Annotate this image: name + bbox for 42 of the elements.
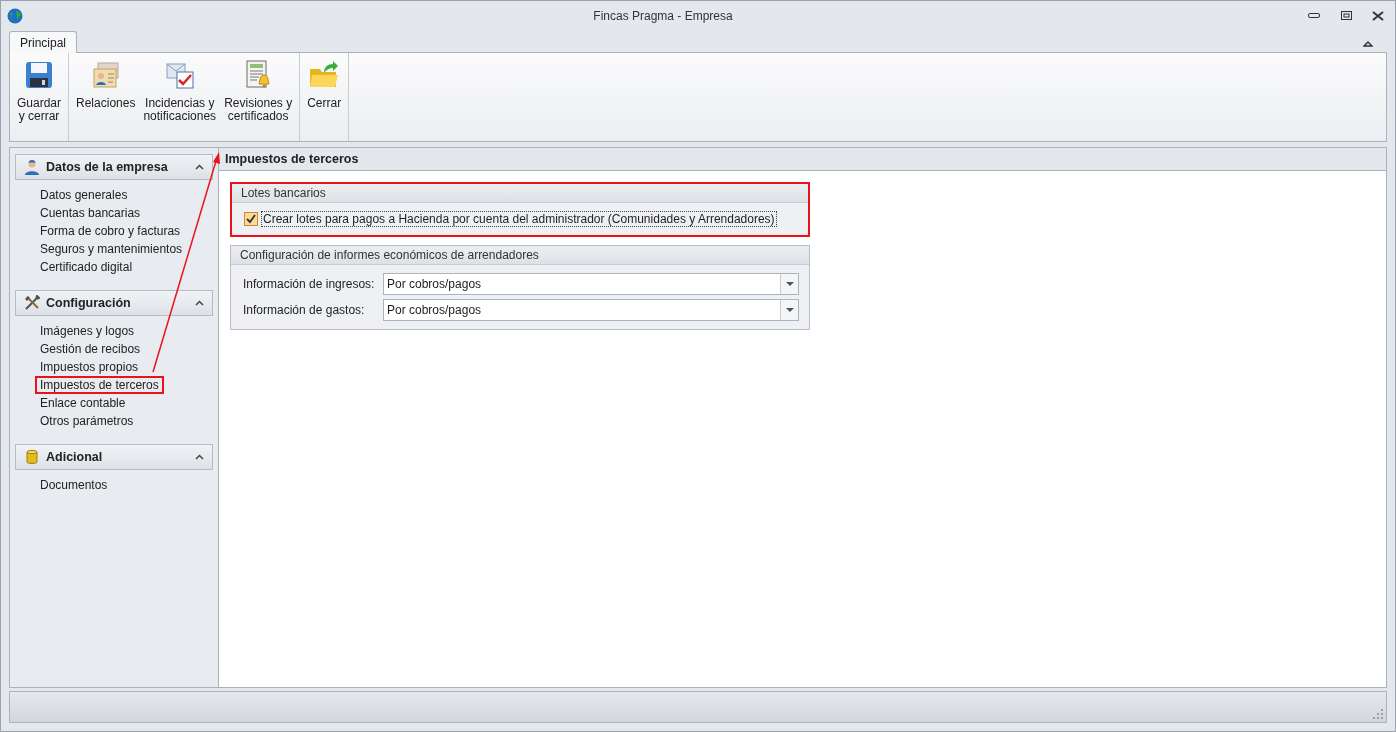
ribbon-button[interactable]: Revisiones y certificados <box>221 57 296 137</box>
sidebar-link[interactable]: Impuestos propios <box>35 358 144 376</box>
field-label: Información de gastos: <box>243 303 366 317</box>
sidebar-link[interactable]: Seguros y mantenimientos <box>35 240 188 258</box>
hammer-wrench-icon <box>24 295 40 311</box>
group-title: Configuración de informes económicos de arrendadores <box>231 246 809 265</box>
sidebar-link[interactable]: Certificado digital <box>35 258 138 276</box>
sidebar-section-header[interactable]: Datos de la empresa <box>15 154 213 180</box>
ribbon-button[interactable]: Guardar y cerrar <box>14 57 65 137</box>
window-title: Fincas Pragma - Empresa <box>592 8 734 23</box>
sidebar-link[interactable]: Enlace contable <box>35 394 131 412</box>
sidebar-link[interactable]: Otros parámetros <box>35 412 139 430</box>
group-title: Lotes bancarios <box>232 184 808 203</box>
sidebar-link[interactable]: Documentos <box>35 476 113 494</box>
checkbox-label[interactable]: Crear lotes para pagos a Hacienda por cuenta del administrador (Comunidades y Arrendadores) <box>261 211 777 227</box>
checkbox[interactable] <box>244 212 258 226</box>
ribbon-button[interactable]: Relaciones <box>73 57 139 137</box>
dropdown-field[interactable]: Por cobros/pagos <box>383 273 799 295</box>
sidebar-link[interactable]: Cuentas bancarias <box>35 204 146 222</box>
ribbon-button[interactable]: Cerrar <box>304 57 345 137</box>
sidebar-link[interactable]: Impuestos de terceros <box>35 376 164 394</box>
sidebar-section-header[interactable]: Adicional <box>15 444 213 470</box>
collapse-chevron-icon <box>195 300 204 306</box>
person-icon <box>24 159 40 175</box>
close-icon <box>1372 10 1384 21</box>
restore-icon <box>1340 11 1352 20</box>
cylinder-icon <box>24 449 40 465</box>
collapse-chevron-icon <box>195 454 204 460</box>
field-label: Información de ingresos: <box>243 277 376 291</box>
ribbon-button[interactable]: Incidencias y notificaciones <box>140 57 220 137</box>
minimize-icon <box>1308 13 1320 18</box>
sidebar-link[interactable]: Forma de cobro y facturas <box>35 222 186 240</box>
caret-up-icon <box>1363 39 1373 47</box>
sidebar-link[interactable]: Datos generales <box>35 186 133 204</box>
collapse-chevron-icon <box>195 164 204 170</box>
sidebar-link[interactable]: Gestión de recibos <box>35 340 146 358</box>
resize-grip-icon[interactable] <box>1373 709 1383 719</box>
globe-icon <box>7 7 23 24</box>
sidebar-link[interactable]: Imágenes y logos <box>35 322 140 340</box>
ribbon-tab[interactable]: Principal <box>9 31 78 53</box>
dropdown-field[interactable]: Por cobros/pagos <box>383 299 799 321</box>
sidebar-section-header[interactable]: Configuración <box>15 290 213 316</box>
